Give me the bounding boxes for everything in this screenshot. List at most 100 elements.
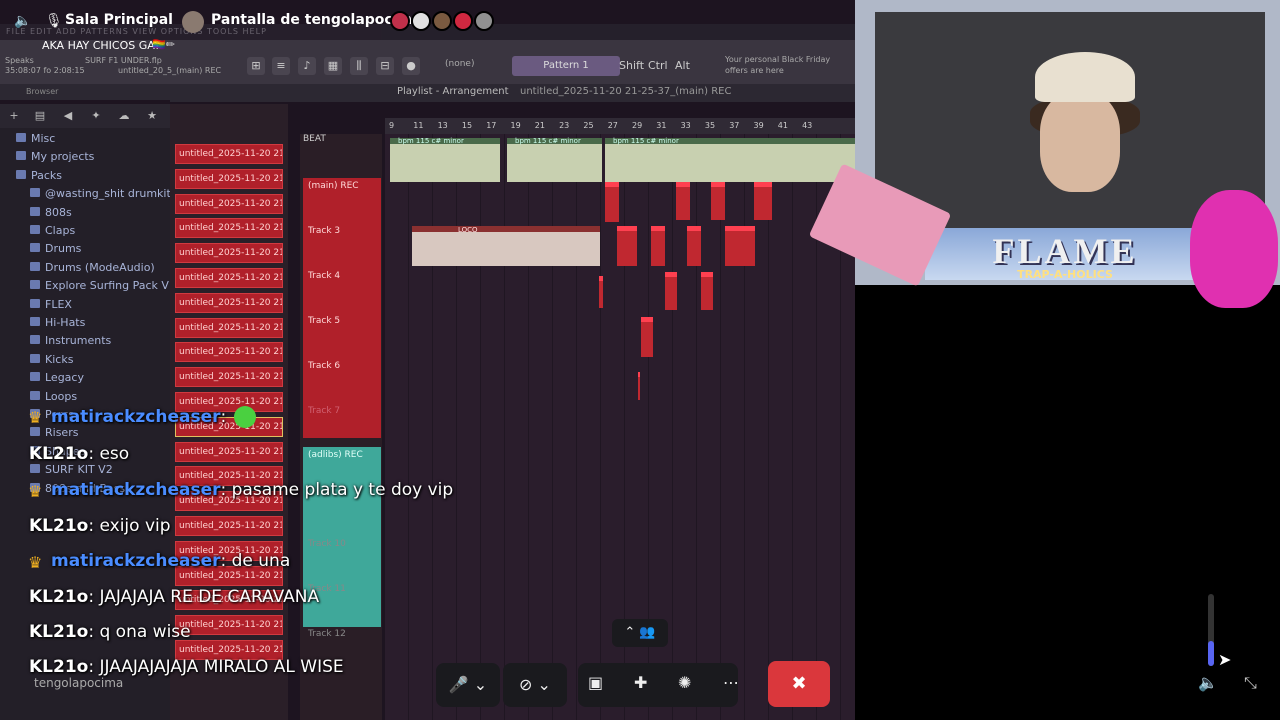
record-mic-icon[interactable]: ●	[402, 57, 420, 75]
end-call-button[interactable]: ✖	[768, 661, 830, 707]
activities-icon[interactable]: ✚	[634, 673, 647, 692]
channel-rack-icon[interactable]: ▦	[324, 57, 342, 75]
participant-avatar[interactable]	[453, 11, 473, 31]
camera-button[interactable]: ⊘ ⌄	[503, 663, 567, 707]
chat-username[interactable]: KL21o	[29, 444, 88, 464]
vocal-clip[interactable]: LOCO	[412, 226, 600, 266]
sharer-avatar[interactable]	[182, 11, 204, 33]
pattern-item[interactable]: untitled_2025-11-20 21-	[175, 317, 283, 338]
pattern-item[interactable]: untitled_2025-11-20 21-	[175, 292, 283, 313]
track-label[interactable]: Track 6	[308, 361, 340, 371]
beat-clip[interactable]: bpm 115 c# minor	[507, 137, 602, 182]
browser-item[interactable]: Claps	[30, 224, 75, 237]
ruler-mark: 21	[534, 121, 545, 130]
chat-username[interactable]: matirackzcheaser	[51, 480, 221, 500]
browser-cloud-icon[interactable]: ☁	[118, 110, 130, 122]
browser-fav-icon[interactable]: ★	[146, 110, 158, 122]
plugin-icon[interactable]: ⊟	[376, 57, 394, 75]
chat-username[interactable]: matirackzcheaser	[51, 551, 221, 571]
pattern-selector[interactable]: Pattern 1	[512, 56, 620, 76]
pattern-item[interactable]: untitled_2025-11-20 21-	[175, 144, 283, 164]
browser-item[interactable]: My projects	[16, 150, 94, 163]
microphone-button[interactable]: 🎤 ⌄	[436, 663, 500, 707]
track-label[interactable]: Track 3	[308, 226, 340, 236]
shift-key[interactable]: Shift	[619, 59, 644, 72]
audio-clip[interactable]	[651, 226, 665, 266]
audio-clip[interactable]	[665, 272, 677, 310]
browser-item[interactable]: Legacy	[30, 371, 84, 384]
audio-clip[interactable]	[754, 182, 772, 220]
pattern-item[interactable]: untitled_2025-11-20 21-	[175, 342, 283, 363]
beat-clip[interactable]: bpm 115 c# minor	[390, 137, 500, 182]
participant-avatar[interactable]	[411, 11, 431, 31]
browser-item[interactable]: 808s	[30, 206, 72, 219]
audio-clip[interactable]	[617, 226, 637, 266]
browser-item[interactable]: SURF KIT V2	[30, 463, 113, 476]
timeline-ruler[interactable]: 9 11 13 15 17 19 21 23 25 27 29 31 33 35 37 39 41 43	[385, 118, 855, 134]
browser-item[interactable]: Explore Surfing Pack V1	[30, 279, 176, 292]
main-rec-group[interactable]: (main) REC	[303, 178, 381, 438]
browser-star-icon[interactable]: ✦	[90, 110, 102, 122]
browser-item[interactable]: Hi-Hats	[30, 316, 85, 329]
browser-item[interactable]: Misc	[16, 132, 55, 145]
ctrl-key[interactable]: Ctrl	[648, 59, 668, 72]
browser-item[interactable]: Risers	[30, 426, 78, 439]
track-label[interactable]: Track 5	[308, 316, 340, 326]
playlist-icon[interactable]: ≡	[272, 57, 290, 75]
pattern-item[interactable]: untitled_2025-11-20 21-	[175, 168, 283, 189]
audio-clip[interactable]	[701, 272, 713, 310]
channel-name[interactable]: Sala Principal	[65, 12, 173, 28]
audio-clip[interactable]	[599, 276, 603, 308]
audio-clip[interactable]	[687, 226, 701, 266]
chat-username[interactable]: KL21o	[29, 657, 88, 677]
browser-item[interactable]: Packs	[16, 169, 62, 182]
pattern-item[interactable]: untitled_2025-11-20 21-	[175, 615, 283, 636]
audio-clip[interactable]	[725, 226, 755, 266]
snap-icon[interactable]: ⊞	[247, 57, 265, 75]
pattern-item[interactable]: untitled_2025-11-20 21-	[175, 441, 283, 462]
screen-share-icon[interactable]: ▣	[588, 673, 603, 692]
speaker-icon[interactable]: 🔈	[14, 13, 31, 29]
promo-text[interactable]: Your personal Black Friday offers are he…	[725, 54, 835, 76]
participant-avatar[interactable]	[432, 11, 452, 31]
soundboard-icon[interactable]: ✺	[678, 673, 691, 692]
chat-username[interactable]: matirackzcheaser	[51, 407, 221, 427]
chat-username[interactable]: KL21o	[29, 622, 88, 642]
pattern-item[interactable]: untitled_2025-11-20 21-	[175, 243, 283, 264]
alt-key[interactable]: Alt	[675, 59, 690, 72]
pattern-item[interactable]: untitled_2025-11-20 21-	[175, 516, 283, 536]
fullscreen-icon[interactable]: ⤡	[1244, 673, 1257, 693]
beat-clip[interactable]: bpm 115 c# minor	[605, 137, 855, 182]
audio-clip[interactable]	[711, 182, 725, 220]
expand-members-button[interactable]: ⌃ 👥	[612, 619, 668, 647]
browser-item[interactable]: Kicks	[30, 353, 73, 366]
participant-avatar[interactable]	[390, 11, 410, 31]
volume-icon[interactable]: 🔈	[1198, 673, 1218, 692]
pattern-item[interactable]: untitled_2025-11-20 21-	[175, 218, 283, 239]
browser-item[interactable]: Instruments	[30, 334, 111, 347]
browser-all-icon[interactable]: +	[8, 110, 20, 122]
chat-username[interactable]: KL21o	[29, 587, 88, 607]
chat-username[interactable]: KL21o	[29, 516, 88, 536]
pattern-item[interactable]: untitled_2025-11-20 21-	[175, 193, 283, 214]
mixer-icon[interactable]: ⫼	[350, 57, 368, 75]
piano-roll-icon[interactable]: ♪	[298, 57, 316, 75]
browser-item[interactable]: Drums	[30, 242, 81, 255]
browser-files-icon[interactable]: ▤	[34, 110, 46, 122]
audio-clip[interactable]	[641, 317, 653, 357]
browser-item[interactable]: Loops	[30, 390, 77, 403]
audio-clip[interactable]	[676, 182, 690, 220]
more-icon[interactable]: ⋯	[723, 673, 739, 692]
volume-slider[interactable]	[1208, 594, 1214, 666]
track-label[interactable]: Track 4	[308, 271, 340, 281]
pattern-item[interactable]: untitled_2025-11-20 21-	[175, 367, 283, 388]
browser-item[interactable]: FLEX	[30, 298, 72, 311]
pattern-item[interactable]: untitled_2025-11-20 21-	[175, 268, 283, 288]
track-label[interactable]: Track 7	[308, 406, 340, 416]
audio-clip[interactable]	[605, 182, 619, 222]
audio-clip[interactable]	[638, 372, 640, 400]
browser-plugins-icon[interactable]: ◀	[62, 110, 74, 122]
none-selector[interactable]: (none)	[445, 59, 474, 69]
participant-avatar[interactable]	[474, 11, 494, 31]
browser-item[interactable]: Drums (ModeAudio)	[30, 261, 155, 274]
